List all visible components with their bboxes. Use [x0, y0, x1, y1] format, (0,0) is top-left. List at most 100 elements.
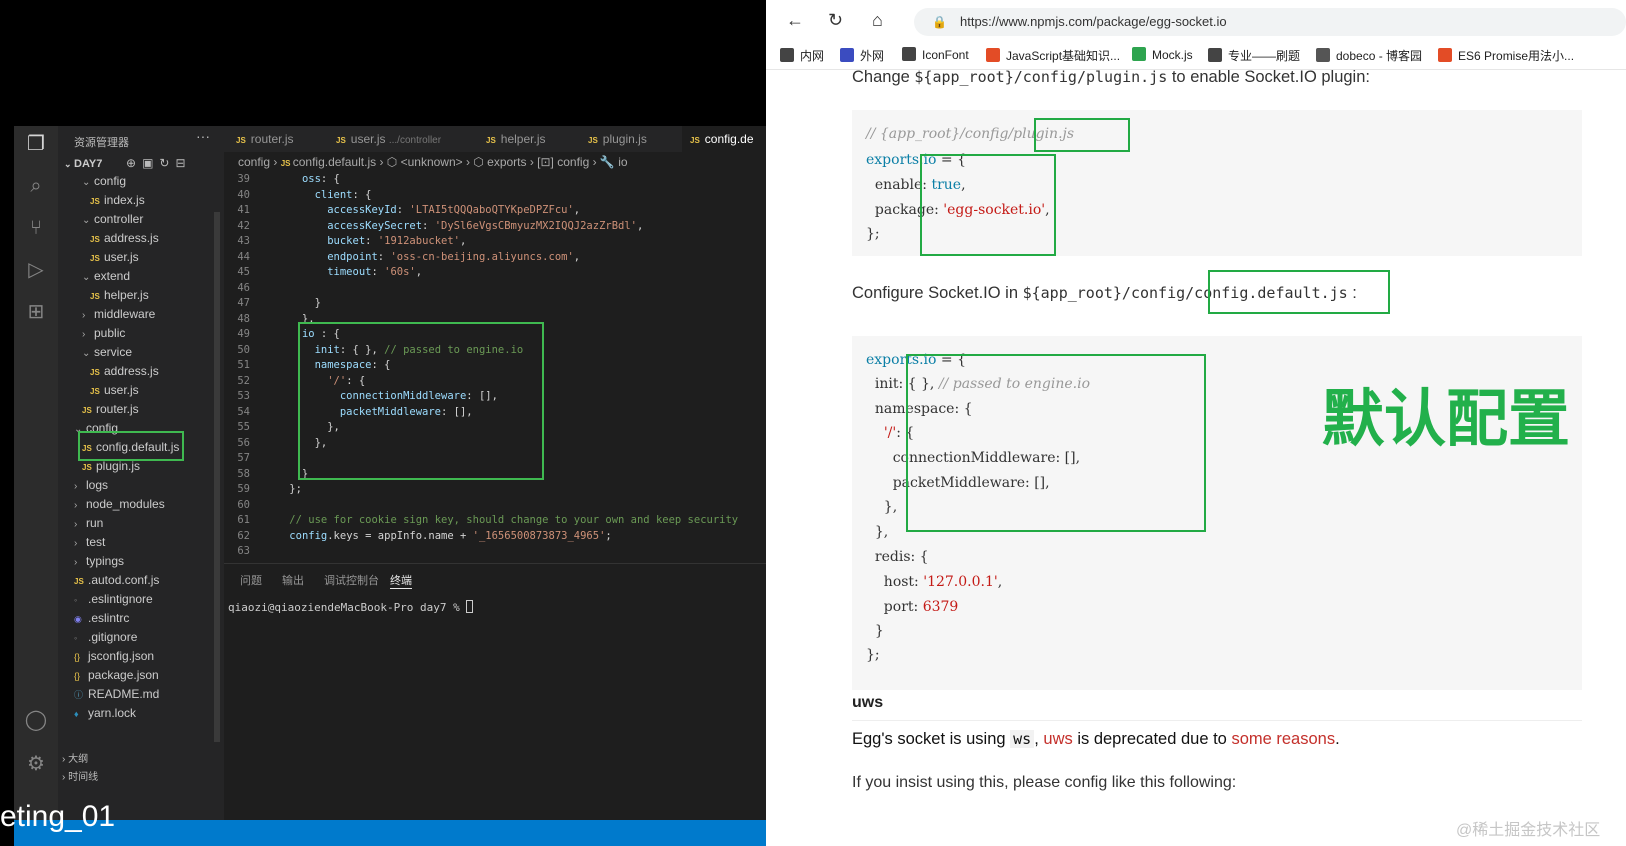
code-line: }, [866, 524, 889, 540]
code-line: 43 bucket: '1912abucket', [224, 234, 764, 250]
crumb-item[interactable]: <unknown> [401, 155, 463, 169]
project-header[interactable]: ⌄ DAY7 [64, 158, 102, 170]
tree-file[interactable]: ◉ .eslintrc [58, 609, 218, 628]
crumb-item[interactable]: config [557, 155, 589, 169]
line-text: // use for cookie sign key, should chang… [289, 514, 739, 526]
tree-file[interactable]: ⓘ README.md [58, 685, 218, 704]
panel-tab-debug-console[interactable]: 调试控制台 [324, 572, 379, 588]
tree-file[interactable]: JS user.js [58, 381, 218, 400]
bookmark-item[interactable]: 内网 [780, 47, 824, 64]
tree-file[interactable]: JS helper.js [58, 286, 218, 305]
new-file-icon[interactable]: ⊕ [126, 156, 142, 170]
terminal-cursor [466, 600, 474, 613]
terminal[interactable]: qiaozi@qiaoziendeMacBook-Pro day7 % [228, 600, 474, 614]
tree-folder[interactable]: › run [58, 514, 218, 533]
tab-router[interactable]: JS router.js [226, 126, 324, 152]
tree-label: README.md [88, 687, 160, 701]
tree-file[interactable]: JS router.js [58, 400, 218, 419]
tree-folder[interactable]: ⌄ controller [58, 210, 218, 229]
status-bar [14, 820, 766, 846]
bookmark-item[interactable]: JavaScript基础知识... [986, 47, 1120, 64]
new-folder-icon[interactable]: ▣ [142, 156, 159, 170]
tree-file[interactable]: {} jsconfig.json [58, 647, 218, 666]
bookmark-item[interactable]: IconFont [902, 47, 969, 62]
tree-folder[interactable]: › node_modules [58, 495, 218, 514]
npm-readme-content: Change ${app_root}/config/plugin.js to e… [766, 68, 1626, 846]
tree-folder[interactable]: › public [58, 324, 218, 343]
bookmark-item[interactable]: Mock.js [1132, 47, 1193, 62]
timeline-section[interactable]: › 时间线 [62, 768, 98, 783]
tab-plugin[interactable]: JS plugin.js [580, 126, 680, 152]
tree-label: .autod.conf.js [88, 573, 160, 587]
some-reasons-link[interactable]: some reasons [1231, 730, 1335, 748]
tree-file[interactable]: JS address.js [58, 229, 218, 248]
breadcrumb: config › JS config.default.js › ⬡ <unkno… [238, 155, 628, 169]
line-number: 48 [237, 312, 250, 325]
code-line: 62 config.keys = appInfo.name + '_165650… [224, 529, 764, 545]
line-number: 40 [237, 188, 250, 201]
panel-tab-output[interactable]: 输出 [282, 572, 304, 588]
code-line: 59 }; [224, 482, 764, 498]
back-arrow-icon[interactable]: ← [786, 10, 804, 31]
tree-file[interactable]: {} package.json [58, 666, 218, 685]
tree-file[interactable]: JS address.js [58, 362, 218, 381]
search-icon[interactable]: ⌕ [24, 174, 48, 198]
tree-label: user.js [104, 250, 139, 264]
insist-paragraph: If you insist using this, please config … [852, 774, 1237, 791]
refresh-icon[interactable]: ↻ [159, 156, 175, 170]
tree-folder[interactable]: › typings [58, 552, 218, 571]
source-control-icon[interactable]: ⑂ [24, 216, 48, 240]
tree-folder[interactable]: › test [58, 533, 218, 552]
tab-config-default[interactable]: JS config.de [682, 126, 766, 152]
sidebar-scrollbar[interactable] [214, 212, 220, 752]
tree-file[interactable]: JS user.js [58, 248, 218, 267]
bookmark-item[interactable]: ES6 Promise用法小... [1438, 47, 1574, 64]
panel-tab-terminal[interactable]: 终端 [390, 572, 412, 589]
bookmark-favicon-icon [902, 47, 916, 61]
tree-file[interactable]: JS .autod.conf.js [58, 571, 218, 590]
tree-folder[interactable]: › middleware [58, 305, 218, 324]
bookmark-item[interactable]: dobeco - 博客园 [1316, 47, 1422, 64]
tree-file[interactable]: JS index.js [58, 191, 218, 210]
uws-paragraph: Egg's socket is using ws, uws is depreca… [852, 730, 1340, 749]
reload-icon[interactable]: ↻ [828, 10, 843, 31]
bookmark-label: dobeco - 博客园 [1336, 49, 1423, 63]
tree-folder[interactable]: ⌄ extend [58, 267, 218, 286]
uws-link[interactable]: uws [1043, 730, 1072, 748]
tree-file[interactable]: ◦ .eslintignore [58, 590, 218, 609]
crumb-item[interactable]: exports [487, 155, 526, 169]
info-icon: ⓘ [74, 690, 84, 700]
outline-section[interactable]: › 大纲 [62, 750, 88, 765]
tree-folder[interactable]: › logs [58, 476, 218, 495]
crumb-item[interactable]: config.default.js [293, 155, 376, 169]
tree-folder[interactable]: ⌄ config [58, 172, 218, 191]
panel-tab-problems[interactable]: 问题 [240, 572, 262, 588]
settings-gear-icon[interactable]: ⚙ [24, 752, 48, 776]
account-icon[interactable]: ◯ [24, 708, 48, 732]
crumb-item[interactable]: io [618, 155, 627, 169]
explorer-icon[interactable]: ❐ [24, 132, 48, 156]
code-line: 40 client: { [224, 188, 764, 204]
code-line: 41 accessKeyId: 'LTAI5tQQQaboQTYKpeDPZFc… [224, 203, 764, 219]
more-actions-icon[interactable]: ··· [196, 128, 210, 144]
default-config-annotation: 默认配置 [1322, 382, 1571, 455]
js-file-icon: JS [90, 368, 100, 377]
extensions-icon[interactable]: ⊞ [24, 300, 48, 324]
tree-file[interactable]: ◦ .gitignore [58, 628, 218, 647]
line-text: config.keys = appInfo.name + '_165650087… [289, 529, 612, 542]
collapse-icon[interactable]: ⊟ [175, 156, 191, 170]
bookmark-item[interactable]: 外网 [840, 47, 884, 64]
tree-folder[interactable]: ⌄ service [58, 343, 218, 362]
bookmark-item[interactable]: 专业——刷题 [1208, 47, 1300, 64]
tree-file[interactable]: ♦ yarn.lock [58, 704, 218, 723]
line-text: oss: { [301, 173, 340, 185]
line-number: 47 [237, 297, 250, 309]
crumb-item[interactable]: config [238, 155, 270, 169]
tab-helper[interactable]: JS helper.js [478, 126, 578, 152]
tab-user[interactable]: JS user.js .../controller [328, 126, 478, 152]
line-number: 44 [237, 250, 250, 263]
home-icon[interactable]: ⌂ [872, 10, 883, 31]
tree-label: logs [86, 478, 109, 492]
run-debug-icon[interactable]: ▷ [24, 258, 48, 282]
address-bar[interactable]: 🔒 https://www.npmjs.com/package/egg-sock… [914, 8, 1626, 36]
